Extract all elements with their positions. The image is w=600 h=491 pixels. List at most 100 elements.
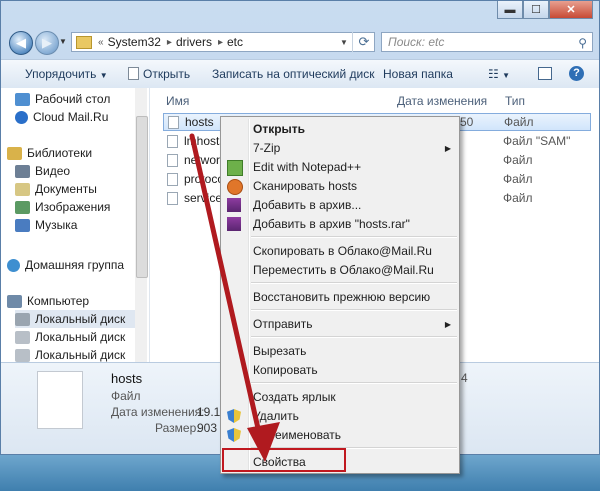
- documents-icon: [15, 182, 30, 196]
- uac-shield-icon: [227, 428, 241, 442]
- menu-item-copy[interactable]: Копировать: [221, 360, 459, 380]
- breadcrumb-separator-icon: ▸: [217, 36, 223, 48]
- winrar-icon: [227, 198, 241, 212]
- close-button[interactable]: ✕: [549, 1, 593, 19]
- file-type: Файл: [503, 191, 533, 205]
- open-button[interactable]: Открыть: [128, 67, 190, 81]
- nav-item-local-disk[interactable]: Локальный диск: [15, 328, 125, 346]
- menu-item-notepad[interactable]: Edit with Notepad++: [221, 157, 459, 177]
- nav-label: Домашняя группа: [25, 258, 125, 272]
- drive-icon: [15, 330, 30, 344]
- nav-label: Музыка: [35, 218, 78, 232]
- menu-item-add-archive[interactable]: Добавить в архив...: [221, 195, 459, 215]
- details-size-label: Размер:: [155, 421, 200, 435]
- submenu-arrow-icon: ▶: [444, 143, 451, 153]
- view-options-button[interactable]: ☷ ▼: [488, 67, 510, 81]
- back-arrow-icon: ◀: [16, 35, 26, 50]
- preview-pane-icon: [538, 67, 552, 80]
- breadcrumb-system32[interactable]: System32: [108, 35, 161, 49]
- nav-item-libraries[interactable]: Библиотеки: [7, 144, 92, 162]
- homegroup-icon: [7, 258, 20, 272]
- menu-item-copy-cloud[interactable]: Скопировать в Облако@Mail.Ru: [221, 241, 459, 261]
- file-type: Файл "SAM": [503, 134, 571, 148]
- column-header-name[interactable]: Имя: [166, 94, 189, 108]
- video-icon: [15, 164, 30, 178]
- nav-item-pictures[interactable]: Изображения: [15, 198, 110, 216]
- scrollbar-thumb[interactable]: [136, 116, 148, 278]
- menu-item-send-to[interactable]: Отправить ▶: [221, 314, 459, 334]
- nav-label: Рабочий стол: [35, 92, 111, 106]
- file-type: Файл: [504, 115, 534, 129]
- file-preview-icon: [37, 371, 83, 429]
- preview-pane-button[interactable]: [538, 67, 552, 83]
- menu-label: Сканировать hosts: [253, 179, 357, 193]
- menu-separator: [251, 236, 457, 238]
- menu-separator: [251, 282, 457, 284]
- nav-item-cloud-mail[interactable]: Cloud Mail.Ru: [15, 108, 108, 126]
- menu-label: Добавить в архив "hosts.rar": [253, 217, 410, 231]
- new-folder-button[interactable]: Новая папка: [383, 67, 453, 81]
- maximize-button[interactable]: ☐: [523, 1, 549, 19]
- menu-item-rename[interactable]: Переименовать: [221, 425, 459, 445]
- file-icon: [167, 153, 178, 167]
- menu-item-add-rar[interactable]: Добавить в архив "hosts.rar": [221, 214, 459, 234]
- cloud-icon: [15, 110, 28, 124]
- organize-button[interactable]: Упорядочить ▼: [25, 67, 108, 81]
- nav-item-video[interactable]: Видео: [15, 162, 70, 180]
- nav-item-music[interactable]: Музыка: [15, 216, 77, 234]
- nav-label: Изображения: [35, 200, 111, 214]
- address-dropdown-icon[interactable]: ▼: [340, 38, 348, 47]
- menu-separator: [251, 309, 457, 311]
- breadcrumb-etc[interactable]: etc: [227, 35, 243, 49]
- menu-item-move-cloud[interactable]: Переместить в Облако@Mail.Ru: [221, 260, 459, 280]
- details-file-name: hosts: [111, 371, 143, 386]
- nav-label: Локальный диск: [35, 348, 126, 362]
- nav-label: Cloud Mail.Ru: [33, 110, 109, 124]
- menu-item-open[interactable]: Открыть: [221, 119, 459, 139]
- window-controls: ▬ ☐ ✕: [497, 1, 593, 19]
- minimize-button[interactable]: ▬: [497, 1, 523, 19]
- file-type: Файл: [503, 153, 533, 167]
- nav-label: Локальный диск: [35, 330, 126, 344]
- breadcrumb-drivers[interactable]: drivers: [176, 35, 212, 49]
- nav-item-computer[interactable]: Компьютер: [7, 292, 89, 310]
- forward-button[interactable]: ▶: [35, 31, 59, 55]
- recent-chevron-icon[interactable]: ▼: [59, 37, 67, 46]
- back-button[interactable]: ◀: [9, 31, 33, 55]
- address-bar[interactable]: « System32 ▸ drivers ▸ etc ▼: [71, 32, 375, 52]
- nav-item-homegroup[interactable]: Домашняя группа: [7, 256, 124, 274]
- nav-label: Видео: [35, 164, 71, 178]
- file-name: hosts: [185, 115, 214, 129]
- submenu-arrow-icon: ▶: [444, 319, 451, 329]
- menu-item-scan[interactable]: Сканировать hosts: [221, 176, 459, 196]
- column-header-type[interactable]: Тип: [505, 94, 525, 108]
- menu-item-cut[interactable]: Вырезать: [221, 341, 459, 361]
- chevron-down-icon: ▼: [99, 71, 108, 80]
- menu-label: Edit with Notepad++: [253, 160, 362, 174]
- menu-item-restore[interactable]: Восстановить прежнюю версию: [221, 287, 459, 307]
- pictures-icon: [15, 200, 30, 214]
- help-icon: ?: [569, 66, 584, 81]
- music-icon: [15, 218, 30, 232]
- file-date: 50: [460, 115, 474, 129]
- nav-scrollbar[interactable]: [135, 88, 148, 362]
- nav-label: Компьютер: [27, 294, 90, 308]
- nav-item-local-disk[interactable]: Локальный диск: [15, 310, 135, 328]
- burn-button[interactable]: Записать на оптический диск: [212, 67, 375, 81]
- desktop-icon: [15, 92, 30, 106]
- details-date-label: Дата изменения:: [111, 405, 205, 419]
- help-button[interactable]: ?: [569, 65, 584, 81]
- search-input[interactable]: Поиск: etc ⚲: [381, 32, 593, 52]
- nav-item-documents[interactable]: Документы: [15, 180, 97, 198]
- column-header-date[interactable]: Дата изменения: [397, 94, 487, 108]
- file-icon: [168, 115, 179, 129]
- menu-item-create-shortcut[interactable]: Создать ярлык: [221, 387, 459, 407]
- refresh-button[interactable]: ⟳: [352, 32, 375, 52]
- libraries-icon: [7, 146, 22, 160]
- nav-item-desktop[interactable]: Рабочий стол: [15, 90, 110, 108]
- menu-item-7zip[interactable]: 7-Zip ▶: [221, 138, 459, 158]
- menu-item-delete[interactable]: Удалить: [221, 406, 459, 426]
- details-file-type: Файл: [111, 389, 141, 403]
- menu-label: Удалить: [253, 409, 299, 423]
- computer-icon: [7, 294, 22, 308]
